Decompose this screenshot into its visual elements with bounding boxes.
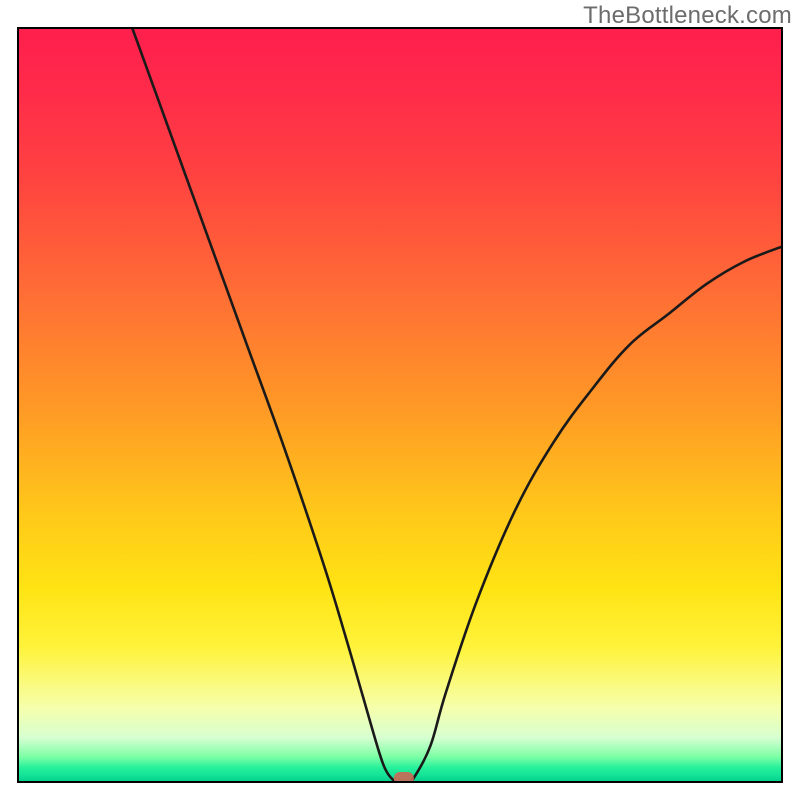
chart-container: TheBottleneck.com <box>0 0 800 800</box>
watermark-text: TheBottleneck.com <box>583 2 792 30</box>
gradient-background <box>17 27 783 783</box>
plot-area <box>17 27 783 783</box>
